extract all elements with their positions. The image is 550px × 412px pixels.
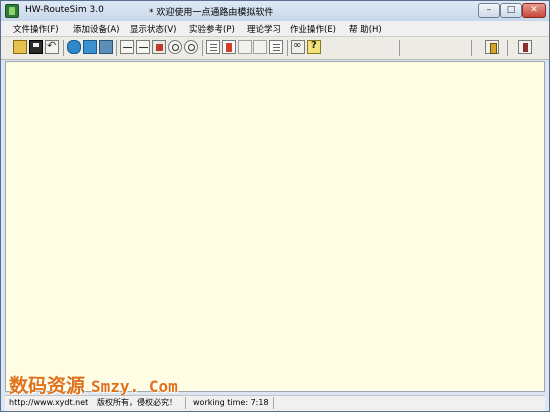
delete-icon[interactable]: [152, 40, 166, 54]
toolbar-separator: [202, 40, 203, 56]
glasses-icon[interactable]: [291, 40, 305, 54]
open-folder-icon[interactable]: [13, 40, 27, 54]
toolbar-separator: [471, 40, 472, 56]
exit-icon[interactable]: [485, 40, 499, 54]
blank-button[interactable]: [253, 40, 267, 54]
router-icon[interactable]: [67, 40, 81, 54]
title-bar: HW-RouteSim 3.0 * 欢迎使用一点通路由模拟软件 – □ ✕: [1, 1, 549, 21]
watermark-cn: 数码资源: [9, 375, 86, 397]
app-logo-icon: [5, 4, 19, 18]
notes-icon[interactable]: [269, 40, 283, 54]
port-icon[interactable]: [136, 40, 150, 54]
status-bar: http://www.xydt.net 版权所有，侵权必究！ working t…: [5, 395, 545, 411]
undo-icon[interactable]: [45, 39, 59, 54]
pc-icon[interactable]: [99, 40, 113, 54]
toolbar-separator: [399, 40, 400, 56]
toolbar-separator: [63, 40, 64, 56]
window-title: HW-RouteSim 3.0: [25, 5, 104, 15]
menu-homework[interactable]: 作业操作(E): [290, 23, 336, 35]
toolbar-separator: [507, 40, 508, 56]
app-window: HW-RouteSim 3.0 * 欢迎使用一点通路由模拟软件 – □ ✕ 文件…: [0, 0, 550, 412]
zoom-out-icon[interactable]: [184, 40, 198, 54]
menu-help[interactable]: 帮 助(H): [349, 23, 382, 35]
save-icon[interactable]: [29, 40, 43, 54]
watermark-en: Smzy. Com: [91, 377, 178, 396]
menu-theory[interactable]: 理论学习: [247, 23, 281, 35]
menu-file[interactable]: 文件操作(F): [13, 23, 59, 35]
status-copyright: 版权所有，侵权必究！: [97, 398, 177, 407]
menu-add-device[interactable]: 添加设备(A): [73, 23, 119, 35]
minimize-button[interactable]: –: [478, 3, 500, 18]
status-url: http://www.xydt.net: [9, 398, 89, 407]
menu-bar: 文件操作(F) 添加设备(A) 显示状态(V) 实验参考(P) 理论学习 作业操…: [1, 21, 549, 37]
site-watermark: 数码资源 Smzy. Com: [9, 371, 178, 398]
status-divider: [185, 397, 186, 409]
window-subtitle: * 欢迎使用一点通路由模拟软件: [149, 8, 274, 18]
blank-button[interactable]: [238, 40, 252, 54]
doc-icon[interactable]: [206, 40, 220, 54]
toolbar-separator: [287, 40, 288, 56]
maximize-button[interactable]: □: [500, 3, 522, 18]
status-divider: [273, 397, 274, 409]
pdf-icon[interactable]: [222, 40, 236, 54]
close-button[interactable]: ✕: [522, 3, 546, 18]
toolbar: [1, 37, 549, 60]
link-icon[interactable]: [120, 40, 134, 54]
toolbar-separator: [116, 40, 117, 56]
help-icon[interactable]: [307, 40, 321, 54]
status-working-time: working time: 7:18: [193, 398, 269, 407]
person-icon[interactable]: [518, 40, 532, 54]
zoom-in-icon[interactable]: [168, 40, 182, 54]
menu-view-status[interactable]: 显示状态(V): [130, 23, 176, 35]
topology-canvas[interactable]: [5, 61, 545, 392]
menu-lab-reference[interactable]: 实验参考(P): [189, 23, 235, 35]
switch-icon[interactable]: [83, 40, 97, 54]
